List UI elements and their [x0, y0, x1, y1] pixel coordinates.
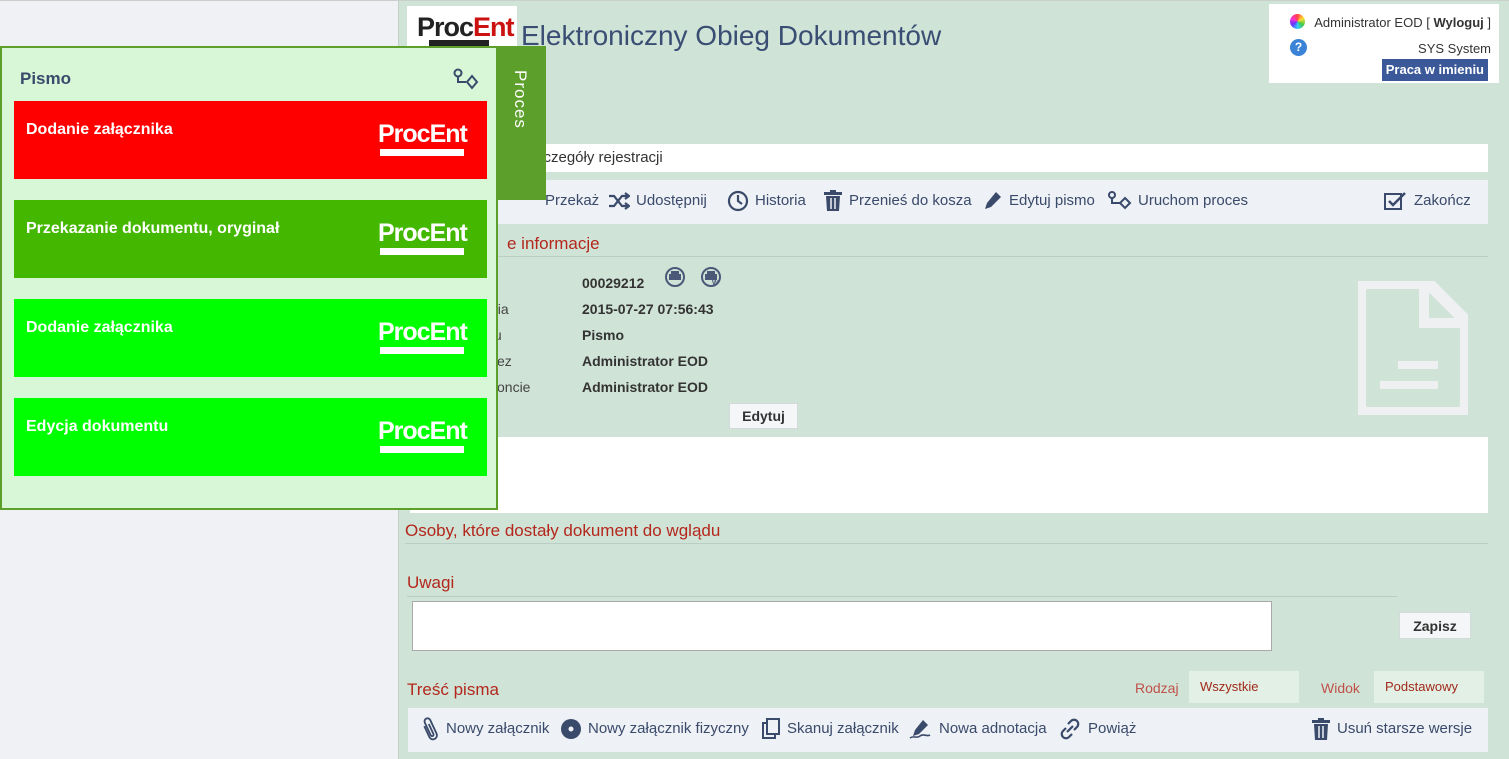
- process-side-tab[interactable]: Proces: [496, 46, 546, 200]
- scan-icon: [762, 718, 780, 740]
- process-icon[interactable]: [453, 68, 479, 90]
- task-item[interactable]: Przekazanie dokumentu, oryginał ProcEnt: [14, 200, 487, 278]
- top-border: [0, 0, 1509, 1]
- info-section-title: e informacje: [507, 234, 600, 253]
- attachments-toolbar: Nowy załącznik Nowy załącznik fizyczny S…: [408, 708, 1488, 752]
- task-item[interactable]: Dodanie załącznika ProcEnt: [14, 101, 487, 179]
- save-notes-button[interactable]: Zapisz: [1399, 612, 1471, 639]
- kind-label: Rodzaj: [1135, 680, 1179, 696]
- new-attachment-label: Nowy załącznik: [446, 720, 550, 737]
- pen-icon: [985, 192, 1001, 210]
- share-label: Udostępnij: [636, 192, 707, 209]
- edit-letter-button[interactable]: Edytuj pismo: [983, 180, 1095, 224]
- notes-section-title: Uwagi: [407, 573, 455, 592]
- kind-select[interactable]: Wszystkie: [1189, 671, 1299, 703]
- print-icon[interactable]: [665, 267, 685, 287]
- logo-text: ProcEnt: [417, 12, 515, 42]
- trash-icon: [824, 190, 842, 212]
- procent-logo: ProcEnt: [378, 120, 468, 158]
- trash-label: Przenieś do kosza: [849, 192, 972, 209]
- process-icon: [1108, 191, 1132, 210]
- start-process-label: Uruchom proces: [1138, 192, 1249, 209]
- history-button[interactable]: Historia: [727, 180, 806, 224]
- paperclip-icon: [423, 717, 438, 741]
- document-toolbar: Przekaż Udostępnij Historia Przenieś do …: [410, 180, 1488, 224]
- procent-logo: ProcEnt: [378, 417, 468, 455]
- scan-attachment-button[interactable]: Skanuj załącznik: [761, 708, 899, 752]
- notes-textarea[interactable]: [412, 601, 1272, 651]
- app-title: Elektroniczny Obieg Dokumentów: [521, 20, 942, 51]
- content-section-title: Treść pisma: [407, 680, 499, 699]
- new-physical-attachment-button[interactable]: Nowy załącznik fizyczny: [560, 708, 749, 752]
- document-icon: [1358, 281, 1468, 415]
- color-theme-icon[interactable]: [1290, 14, 1305, 29]
- viewers-section-title: Osoby, które dostały dokument do wglądu: [405, 521, 721, 540]
- process-popup: Pismo Dodanie załącznika ProcEnt Przekaz…: [0, 46, 498, 510]
- new-annotation-label: Nowa adnotacja: [939, 720, 1047, 737]
- notes-divider: [407, 596, 1397, 597]
- info-value-type: Pismo: [582, 327, 625, 343]
- clock-icon: [727, 190, 749, 212]
- print-word-icon[interactable]: W: [701, 267, 721, 287]
- procent-logo: ProcEnt: [378, 219, 468, 257]
- trash-icon: [1312, 718, 1330, 741]
- system-user: SYS System: [1418, 41, 1491, 56]
- recipients-box: [410, 437, 1488, 513]
- view-select[interactable]: Podstawowy: [1374, 671, 1484, 703]
- link-button[interactable]: Powiąż: [1058, 708, 1136, 752]
- forward-label: Przekaż: [545, 192, 600, 209]
- task-label: Przekazanie dokumentu, oryginał: [26, 220, 280, 237]
- task-item[interactable]: Edycja dokumentu ProcEnt: [14, 398, 487, 476]
- link-icon: [1060, 718, 1080, 740]
- app-logo[interactable]: ProcEnt: [407, 6, 517, 48]
- help-icon[interactable]: ?: [1290, 39, 1307, 56]
- new-annotation-button[interactable]: Nowa adnotacja: [909, 708, 1047, 752]
- process-tab-label: Proces: [511, 70, 530, 129]
- svg-text:W: W: [712, 280, 719, 285]
- edit-info-button[interactable]: Edytuj: [729, 403, 798, 429]
- logout-link[interactable]: Wyloguj: [1433, 15, 1483, 30]
- annotate-icon: [909, 720, 931, 739]
- new-attachment-button[interactable]: Nowy załącznik: [420, 708, 549, 752]
- task-label: Dodanie załącznika: [26, 319, 173, 336]
- disc-icon: [561, 719, 581, 740]
- finish-label: Zakończ: [1414, 192, 1471, 209]
- edit-letter-label: Edytuj pismo: [1009, 192, 1095, 209]
- viewers-divider: [405, 543, 1488, 544]
- task-label: Dodanie załącznika: [26, 121, 173, 138]
- user-name: Administrator EOD: [1314, 15, 1423, 30]
- scan-attachment-label: Skanuj załącznik: [787, 720, 899, 737]
- procent-logo: ProcEnt: [378, 318, 468, 356]
- link-label: Powiąż: [1088, 720, 1137, 737]
- info-value-account: Administrator EOD: [582, 379, 709, 395]
- info-value-created-by: Administrator EOD: [582, 353, 709, 369]
- popup-title: Pismo: [20, 69, 72, 88]
- history-label: Historia: [755, 192, 806, 209]
- check-box-icon: [1384, 192, 1406, 211]
- info-divider: [410, 256, 1488, 257]
- delete-old-versions-button[interactable]: Usuń starsze wersje: [1311, 708, 1472, 752]
- start-process-button[interactable]: Uruchom proces: [1108, 180, 1248, 224]
- move-to-trash-button[interactable]: Przenieś do kosza: [823, 180, 972, 224]
- info-value-date: 2015-07-27 07:56:43: [582, 301, 714, 317]
- view-label: Widok: [1321, 680, 1360, 696]
- forward-button[interactable]: Przekaż: [545, 180, 599, 224]
- delete-old-versions-label: Usuń starsze wersje: [1337, 720, 1473, 737]
- new-physical-attachment-label: Nowy załącznik fizyczny: [588, 720, 749, 737]
- shuffle-icon: [609, 192, 630, 210]
- user-panel: ? Administrator EOD [ Wyloguj ] SYS Syst…: [1269, 4, 1499, 83]
- info-value-number: 00029212: [582, 275, 645, 291]
- work-as-button[interactable]: Praca w imieniu: [1381, 59, 1488, 81]
- breadcrumb: zczegóły rejestracji: [410, 144, 1488, 172]
- task-label: Edycja dokumentu: [26, 418, 169, 435]
- task-item[interactable]: Dodanie załącznika ProcEnt: [14, 299, 487, 377]
- user-info: Administrator EOD [ Wyloguj ]: [1314, 15, 1491, 30]
- finish-button[interactable]: Zakończ: [1384, 180, 1471, 224]
- share-button[interactable]: Udostępnij: [608, 180, 707, 224]
